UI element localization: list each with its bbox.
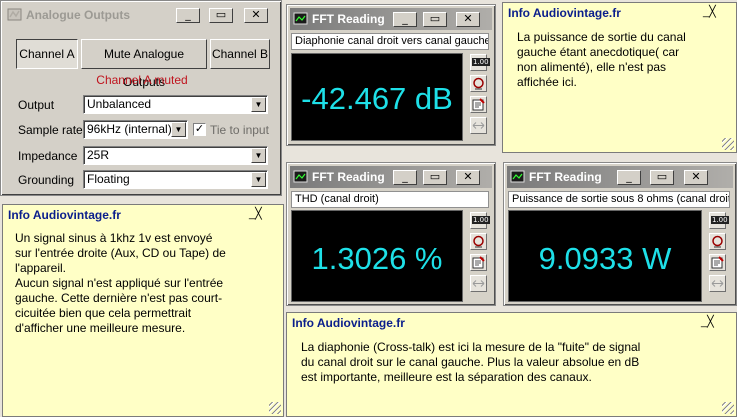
measurement-caption: THD (canal droit) [291, 191, 489, 208]
probe-button[interactable] [470, 75, 487, 92]
grounding-select[interactable]: Floating ▼ [83, 170, 268, 189]
impedance-value: 25R [87, 148, 110, 162]
lcd-display: -42.467 dB [291, 53, 463, 141]
info-note-signal-setup: Info Audiovintage.fr _╳ Un signal sinus … [2, 204, 284, 417]
edit-icon [472, 256, 485, 269]
chevron-down-icon: ▼ [251, 172, 266, 187]
probe-icon [473, 77, 484, 90]
analogue-outputs-window: Analogue Outputs _ ▭ ✕ Channel A Mute An… [0, 0, 282, 196]
fft-app-icon [293, 12, 308, 25]
probe-button[interactable] [709, 233, 726, 250]
fft-title-bar[interactable]: FFT Reading _ ▭ ✕ [290, 8, 492, 30]
window-title: FFT Reading [312, 12, 385, 26]
lcd-display: 1.3026 % [291, 210, 463, 302]
grounding-value: Floating [87, 172, 130, 186]
note-body: La diaphonie (Cross-talk) est ici la mes… [301, 340, 641, 384]
sample-rate-value: 96kHz (internal) [87, 122, 172, 136]
minimize-button[interactable]: _ [393, 12, 417, 27]
fft-reading-window-power: FFT Reading _ ▭ ✕ Puissance de sortie so… [503, 162, 737, 306]
edit-button[interactable] [470, 254, 487, 271]
resize-grip-icon[interactable] [269, 402, 281, 414]
reading-value: 1.3026 % [311, 241, 443, 276]
note-title: Info Audiovintage.fr [8, 208, 121, 222]
expand-button[interactable] [470, 117, 487, 134]
restore-button[interactable]: ▭ [423, 12, 447, 27]
restore-button[interactable]: ▭ [650, 170, 674, 185]
chevron-down-icon: ▼ [251, 97, 266, 112]
probe-icon [712, 235, 723, 248]
note-close-icon[interactable]: _╳ [249, 207, 262, 220]
analogue-title-bar[interactable]: Analogue Outputs _ ▭ ✕ [4, 4, 278, 26]
restore-button[interactable]: ▭ [423, 170, 447, 185]
resize-grip-icon[interactable] [722, 138, 734, 150]
mute-analogue-outputs-button[interactable]: Mute Analogue Outputs [81, 39, 207, 89]
tab-channel-b[interactable]: Channel B [210, 39, 270, 69]
close-button[interactable]: ✕ [244, 8, 268, 23]
fft-reading-window-crosstalk: FFT Reading _ ▭ ✕ Diaphonie canal droit … [286, 4, 496, 146]
window-title: Analogue Outputs [26, 8, 130, 22]
scale-button[interactable]: 1.00 [709, 212, 729, 229]
reading-value: -42.467 dB [301, 81, 453, 116]
info-note-crosstalk: Info Audiovintage.fr _╳ La diaphonie (Cr… [286, 312, 737, 417]
edit-icon [472, 98, 485, 111]
measurement-caption: Puissance de sortie sous 8 ohms (canal d… [508, 191, 730, 208]
edit-icon [711, 256, 724, 269]
close-button[interactable]: ✕ [456, 12, 480, 27]
scale-button[interactable]: 1.00 [470, 54, 490, 71]
minimize-button[interactable]: _ [393, 170, 417, 185]
edit-button[interactable] [709, 254, 726, 271]
output-select[interactable]: Unbalanced ▼ [83, 95, 268, 114]
minimize-button[interactable]: _ [617, 170, 641, 185]
note-body: La puissance de sortie du canal gauche é… [517, 30, 686, 89]
measurement-caption: Diaphonie canal droit vers canal gauche [291, 33, 489, 50]
fft-reading-window-thd: FFT Reading _ ▭ ✕ THD (canal droit) 1.30… [286, 162, 496, 306]
tab-channel-a[interactable]: Channel A [16, 39, 78, 69]
scale-button[interactable]: 1.00 [470, 212, 490, 229]
grounding-label: Grounding [18, 173, 75, 187]
restore-button[interactable]: ▭ [209, 8, 233, 23]
note-close-icon[interactable]: _╳ [703, 5, 716, 18]
tie-to-input-checkbox[interactable]: ✓ [193, 123, 206, 136]
impedance-label: Impedance [18, 149, 78, 163]
fft-app-icon [293, 170, 308, 183]
sample-rate-select[interactable]: 96kHz (internal) ▼ [83, 120, 188, 139]
close-button[interactable]: ✕ [684, 170, 708, 185]
channel-status: Channel A muted [96, 73, 188, 87]
impedance-select[interactable]: 25R ▼ [83, 146, 268, 165]
fft-app-icon [510, 170, 525, 183]
note-body: Un signal sinus à 1khz 1v est envoyé sur… [15, 231, 226, 335]
arrows-icon [711, 280, 724, 287]
close-button[interactable]: ✕ [456, 170, 480, 185]
note-close-icon[interactable]: _╳ [701, 315, 714, 328]
chevron-down-icon: ▼ [171, 122, 186, 137]
chevron-down-icon: ▼ [251, 148, 266, 163]
expand-button[interactable] [470, 275, 487, 292]
expand-button[interactable] [709, 275, 726, 292]
output-label: Output [18, 98, 55, 112]
probe-button[interactable] [470, 233, 487, 250]
app-icon [7, 8, 22, 21]
window-title: FFT Reading [312, 170, 385, 184]
scale-label: 1.00 [472, 216, 490, 224]
arrows-icon [472, 122, 485, 129]
sample-rate-label: Sample rate [18, 123, 83, 137]
fft-title-bar[interactable]: FFT Reading _ ▭ ✕ [507, 166, 733, 188]
probe-icon [473, 235, 484, 248]
note-title: Info Audiovintage.fr [292, 316, 405, 330]
edit-button[interactable] [470, 96, 487, 113]
tie-to-input-label: Tie to input [210, 123, 269, 137]
reading-value: 9.0933 W [538, 241, 672, 276]
minimize-button[interactable]: _ [176, 8, 200, 23]
output-value: Unbalanced [87, 97, 152, 111]
window-title: FFT Reading [529, 170, 602, 184]
fft-title-bar[interactable]: FFT Reading _ ▭ ✕ [290, 166, 492, 188]
note-title: Info Audiovintage.fr [508, 6, 621, 20]
scale-label: 1.00 [472, 58, 490, 66]
scale-label: 1.00 [711, 216, 729, 224]
arrows-icon [472, 280, 485, 287]
lcd-display: 9.0933 W [508, 210, 702, 302]
info-note-output-power: Info Audiovintage.fr _╳ La puissance de … [502, 2, 737, 153]
resize-grip-icon[interactable] [722, 402, 734, 414]
